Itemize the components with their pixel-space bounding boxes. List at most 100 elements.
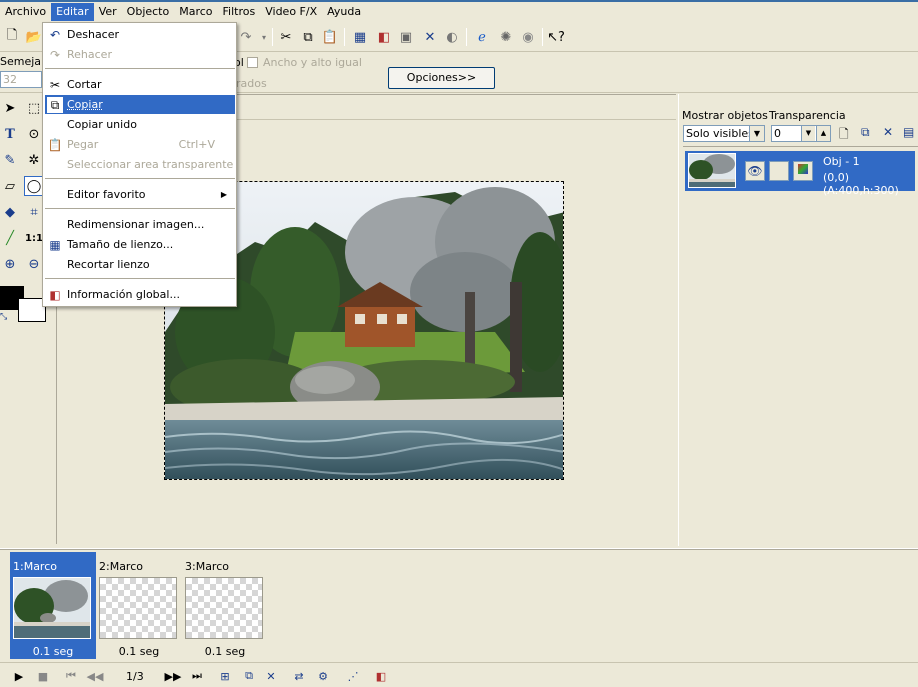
image-icon[interactable]: ▣ <box>396 27 416 47</box>
globe-icon[interactable]: ✺ <box>496 27 516 47</box>
fill-tool-icon[interactable]: ◆ <box>0 202 20 222</box>
copy-icon[interactable]: ⧉ <box>298 27 318 47</box>
next-frame-icon[interactable]: ▶▶ <box>164 667 182 685</box>
spinner-up-icon[interactable]: ▲ <box>816 126 830 141</box>
chevron-down-icon[interactable]: ▼ <box>749 126 764 141</box>
menu-item-global-info[interactable]: ◧ Información global... <box>45 285 235 304</box>
first-frame-icon[interactable]: ⏮ <box>62 667 80 685</box>
eyedropper-tool-icon[interactable]: ╱ <box>0 228 20 248</box>
help-pointer-icon[interactable]: ↖? <box>546 27 566 47</box>
open-folder-icon[interactable]: 📂 <box>24 27 44 47</box>
copy-icon: ⧉ <box>47 97 63 113</box>
menu-item-favorite-editor[interactable]: Editor favorito ▶ <box>45 185 235 204</box>
frame-1[interactable]: 1:Marco 0.1 seg <box>10 552 96 659</box>
width-height-label: Ancho y alto igual <box>263 56 362 69</box>
object-row[interactable]: 👁 Obj - 1 (0,0)(A:400,h:300) <box>685 151 915 197</box>
frame-properties-icon[interactable]: ⚙ <box>314 667 332 685</box>
menu-video-fx[interactable]: Video F/X <box>260 3 322 21</box>
select-tool-icon[interactable]: ⬚ <box>24 98 44 118</box>
actual-size-icon[interactable]: 1:1 <box>24 228 44 248</box>
frame-thumbnail-empty <box>99 577 177 639</box>
move-tool-icon[interactable]: ⊙ <box>24 124 44 144</box>
objects-panel: Mostrar objetos Transparencia Solo visib… <box>678 94 918 546</box>
browser-icon[interactable]: ℯ <box>472 27 492 47</box>
frame-thumbnail-empty <box>185 577 263 639</box>
effect-icon[interactable]: ◐ <box>442 27 462 47</box>
frame-info-icon[interactable]: ◧ <box>372 667 390 685</box>
swap-colors-icon[interactable]: ⤡ <box>0 312 7 322</box>
reorder-frame-icon[interactable]: ⇄ <box>290 667 308 685</box>
duplicate-frame-icon[interactable]: ⧉ <box>240 667 258 685</box>
new-file-icon[interactable]: 🗋 <box>2 27 22 47</box>
redo-dropdown-icon[interactable]: ▾ <box>254 27 274 47</box>
frame-title: 1:Marco <box>13 560 57 573</box>
lock-toggle[interactable] <box>769 161 789 181</box>
zoom-in-icon[interactable]: ⊕ <box>0 254 20 274</box>
playback-bar: ▶ ■ ⏮ ◀◀ 1/3 ▶▶ ⏭ ⊞ ⧉ ✕ ⇄ ⚙ ⋰ ◧ <box>0 662 918 687</box>
paste-icon[interactable]: 📋 <box>320 27 340 47</box>
info-icon[interactable]: ◧ <box>374 27 394 47</box>
visibility-eye-icon[interactable]: 👁 <box>745 161 765 181</box>
color-layer-icon[interactable] <box>793 161 813 181</box>
show-objects-select[interactable]: Solo visibles ▼ <box>683 125 765 142</box>
menu-item-redo[interactable]: ↷ Rehacer <box>45 45 235 64</box>
lasso-tool-icon[interactable]: ◯ <box>24 176 44 196</box>
last-frame-icon[interactable]: ⏭ <box>188 667 206 685</box>
menu-item-crop-canvas[interactable]: Recortar lienzo <box>45 255 235 274</box>
text-tool-icon[interactable]: T <box>0 124 20 144</box>
play-icon[interactable]: ▶ <box>10 667 28 685</box>
frame-thumbnail-image <box>14 578 90 638</box>
cut-icon[interactable]: ✂ <box>276 27 296 47</box>
edit-menu-dropdown: ↶ Deshacer ↷ Rehacer ✂ Cortar ⧉ Copiar C… <box>42 22 237 307</box>
options-button[interactable]: Opciones>> <box>388 67 495 89</box>
crop-tool-icon[interactable]: ⌗ <box>24 202 44 222</box>
menu-item-copy-merged[interactable]: Copiar unido <box>45 115 235 134</box>
show-objects-label: Mostrar objetos <box>682 109 768 122</box>
transparency-value: 0 <box>774 127 781 140</box>
brush-tool-icon[interactable]: ✎ <box>0 150 20 170</box>
paste-shortcut: Ctrl+V <box>178 138 215 151</box>
stop-icon[interactable]: ■ <box>34 667 52 685</box>
menu-item-select-transparent[interactable]: Seleccionar area transparente <box>45 155 235 174</box>
menu-item-resize-image[interactable]: Redimensionar imagen... <box>45 215 235 234</box>
new-object-icon[interactable]: 🗋 <box>839 125 855 141</box>
menu-ayuda[interactable]: Ayuda <box>322 3 366 21</box>
menu-ver[interactable]: Ver <box>94 3 122 21</box>
transparency-spinner[interactable]: 0 ▼ ▲ <box>771 125 831 142</box>
delete-object-icon[interactable]: ✕ <box>883 125 899 141</box>
duplicate-object-icon[interactable]: ⧉ <box>861 125 877 141</box>
delete-frame-icon[interactable]: ✕ <box>262 667 280 685</box>
eraser-tool-icon[interactable]: ▱ <box>0 176 20 196</box>
add-frame-icon[interactable]: ⊞ <box>216 667 234 685</box>
crop-x-icon[interactable]: ✕ <box>420 27 440 47</box>
filter-icon[interactable]: ◉ <box>518 27 538 47</box>
redo-icon[interactable]: ↷ <box>236 27 256 47</box>
pointer-tool-icon[interactable]: ➤ <box>0 98 20 118</box>
menu-objecto[interactable]: Objecto <box>122 3 175 21</box>
frame-3[interactable]: 3:Marco 0.1 seg <box>182 552 268 659</box>
prev-frame-icon[interactable]: ◀◀ <box>86 667 104 685</box>
tween-icon[interactable]: ⋰ <box>344 667 362 685</box>
menu-editar[interactable]: Editar <box>51 3 94 21</box>
frame-counter: 1/3 <box>126 670 144 683</box>
menu-archivo[interactable]: Archivo <box>0 3 51 21</box>
menu-item-label: Rehacer <box>67 48 112 61</box>
similarity-input[interactable]: 32 <box>0 71 42 88</box>
menu-item-undo[interactable]: ↶ Deshacer <box>45 25 235 44</box>
width-height-checkbox[interactable] <box>247 57 258 68</box>
transparency-label: Transparencia <box>769 109 846 122</box>
show-objects-value: Solo visibles <box>686 127 754 140</box>
object-properties-icon[interactable]: ▤ <box>903 125 918 141</box>
spinner-down-icon[interactable]: ▼ <box>801 126 815 141</box>
menu-item-paste[interactable]: 📋 Pegar Ctrl+V <box>45 135 235 154</box>
resize-icon[interactable]: ▦ <box>350 27 370 47</box>
menu-filtros[interactable]: Filtros <box>218 3 261 21</box>
magic-wand-icon[interactable]: ✲ <box>24 150 44 170</box>
object-thumbnail <box>688 153 736 188</box>
frame-2[interactable]: 2:Marco 0.1 seg <box>96 552 182 659</box>
menu-marco[interactable]: Marco <box>174 3 217 21</box>
menu-item-cut[interactable]: ✂ Cortar <box>45 75 235 94</box>
menu-item-canvas-size[interactable]: ▦ Tamaño de lienzo... <box>45 235 235 254</box>
menu-item-copy[interactable]: ⧉ Copiar <box>45 95 235 114</box>
zoom-out-icon[interactable]: ⊖ <box>24 254 44 274</box>
